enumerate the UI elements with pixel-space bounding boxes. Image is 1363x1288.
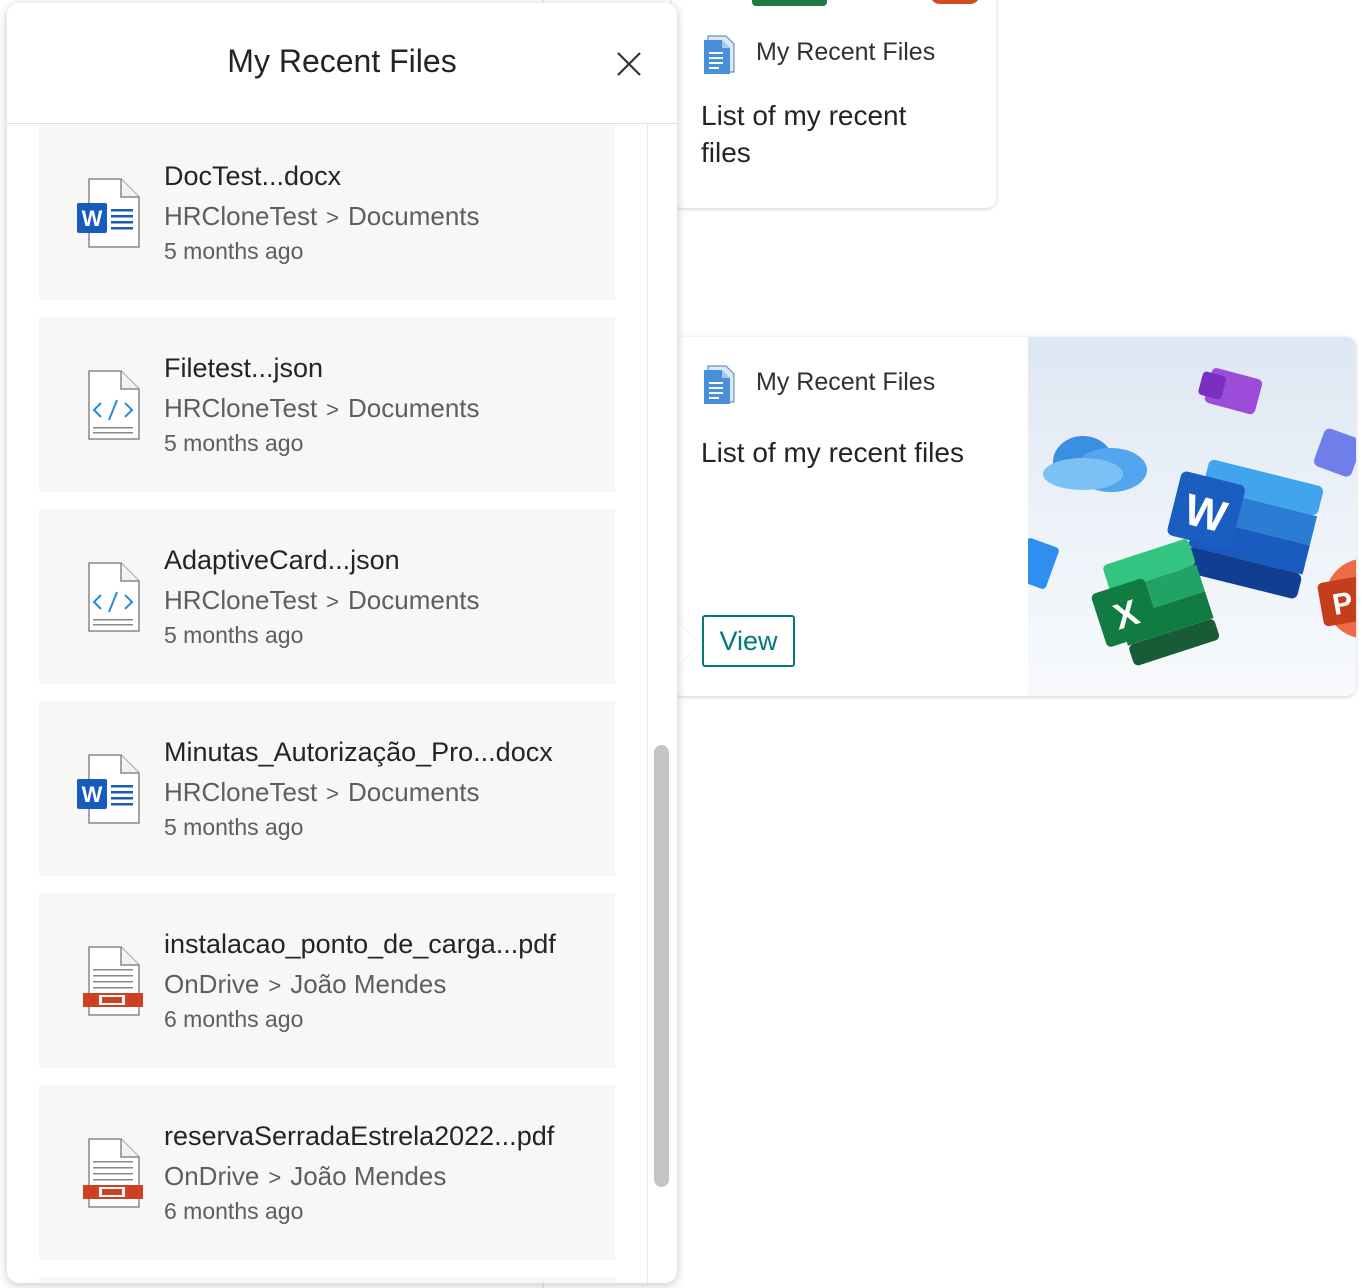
file-folder: Documents: [348, 777, 480, 807]
svg-text:W: W: [82, 206, 103, 231]
card-header: My Recent Files: [702, 360, 935, 404]
file-list-item[interactable]: W Minutas_Autorização_Pro...docx HRClone…: [39, 701, 615, 876]
close-button[interactable]: [611, 46, 647, 82]
file-folder: Documents: [348, 201, 480, 231]
path-separator: >: [326, 781, 340, 806]
file-location: OnDrive: [164, 969, 260, 999]
path-separator: >: [326, 397, 340, 422]
office-apps-illustration: W X P: [1028, 368, 1356, 666]
teams-logo: [1314, 428, 1356, 477]
file-folder: Documents: [348, 585, 480, 615]
scrollbar-track[interactable]: [647, 124, 648, 1283]
powerpoint-logo-peek: [930, 0, 980, 4]
file-modified-time: 5 months ago: [164, 238, 304, 264]
file-list-item[interactable]: instalacao_ponto_de_carga...pdf OnDrive >…: [39, 893, 615, 1068]
path-separator: >: [268, 1165, 282, 1190]
file-path: HRCloneTest > Documents: [164, 393, 480, 424]
file-name: instalacao_ponto_de_carga...pdf: [164, 929, 556, 959]
file-location: HRCloneTest: [164, 777, 318, 807]
close-icon: [617, 52, 641, 76]
file-modified-time: 5 months ago: [164, 430, 304, 456]
file-list-item[interactable]: reservaSerradaEstrela2022...pdf OnDrive >…: [39, 1085, 615, 1260]
file-location: HRCloneTest: [164, 393, 318, 423]
pdf-file-icon: [83, 1138, 143, 1208]
file-list-item[interactable]: W DocTest...docx HRCloneTest > Documents 5…: [39, 125, 615, 300]
path-separator: >: [268, 973, 282, 998]
onedrive-logo: [1043, 436, 1147, 492]
code-file-icon: [88, 370, 140, 440]
callout-pointer: [676, 620, 700, 668]
view-button[interactable]: View: [702, 615, 795, 667]
file-folder: João Mendes: [290, 969, 447, 999]
word-file-icon: W: [77, 178, 140, 248]
card-description: List of my recent files: [701, 100, 907, 168]
file-modified-time: 5 months ago: [164, 622, 304, 648]
panel-title: My Recent Files: [227, 43, 457, 79]
document-icon: [704, 365, 735, 404]
path-separator: >: [326, 205, 340, 230]
card-title: My Recent Files: [756, 37, 936, 66]
office-apps-hero-image: W X P: [1028, 337, 1356, 696]
file-location: HRCloneTest: [164, 201, 318, 231]
file-name: Minutas_Autorização_Pro...docx: [164, 737, 553, 767]
pdf-file-icon: [83, 946, 143, 1016]
card-description: List of my recent files: [701, 437, 964, 468]
path-separator: >: [326, 589, 340, 614]
azure-fragment: [1028, 538, 1059, 589]
file-modified-time: 6 months ago: [164, 1198, 304, 1224]
file-location: OnDrive: [164, 1161, 260, 1191]
file-name: AdaptiveCard...json: [164, 545, 400, 575]
file-path: OnDrive > João Mendes: [164, 1161, 446, 1192]
file-location: HRCloneTest: [164, 585, 318, 615]
file-list-item[interactable]: AdaptiveCard...json HRCloneTest > Document…: [39, 509, 615, 684]
file-path: OnDrive > João Mendes: [164, 969, 446, 1000]
file-modified-time: 6 months ago: [164, 1006, 304, 1032]
word-file-icon: W: [77, 754, 140, 824]
onenote-logo: [1198, 368, 1263, 415]
file-path: HRCloneTest > Documents: [164, 201, 480, 232]
file-list-item[interactable]: Filetest...json HRCloneTest > Documents 5 …: [39, 317, 615, 492]
powerpoint-logo: P: [1317, 558, 1356, 639]
recent-files-card-large[interactable]: My Recent Files List of my recent files …: [672, 337, 1356, 696]
file-path: HRCloneTest > Documents: [164, 777, 480, 808]
file-path: HRCloneTest > Documents: [164, 585, 480, 616]
file-name: DocTest...docx: [164, 161, 342, 191]
recent-files-card-small[interactable]: My Recent Files List of my recent files: [672, 0, 996, 208]
file-folder: Documents: [348, 393, 480, 423]
recent-files-panel: My Recent Files W DocTest...docx HRClone…: [7, 3, 677, 1283]
file-name: Filetest...json: [164, 353, 324, 383]
file-list-item-partial[interactable]: [39, 1277, 615, 1283]
file-modified-time: 5 months ago: [164, 814, 304, 840]
code-file-icon: [88, 562, 140, 632]
svg-text:W: W: [82, 782, 103, 807]
scrollbar-thumb[interactable]: [654, 745, 669, 1187]
panel-header: My Recent Files: [7, 3, 677, 124]
card-header: My Recent Files: [702, 30, 935, 74]
excel-logo-peek: [752, 0, 827, 6]
file-folder: João Mendes: [290, 1161, 447, 1191]
document-icon: [704, 35, 735, 74]
card-title: My Recent Files: [756, 367, 936, 396]
file-name: reservaSerradaEstrela2022...pdf: [164, 1121, 555, 1151]
